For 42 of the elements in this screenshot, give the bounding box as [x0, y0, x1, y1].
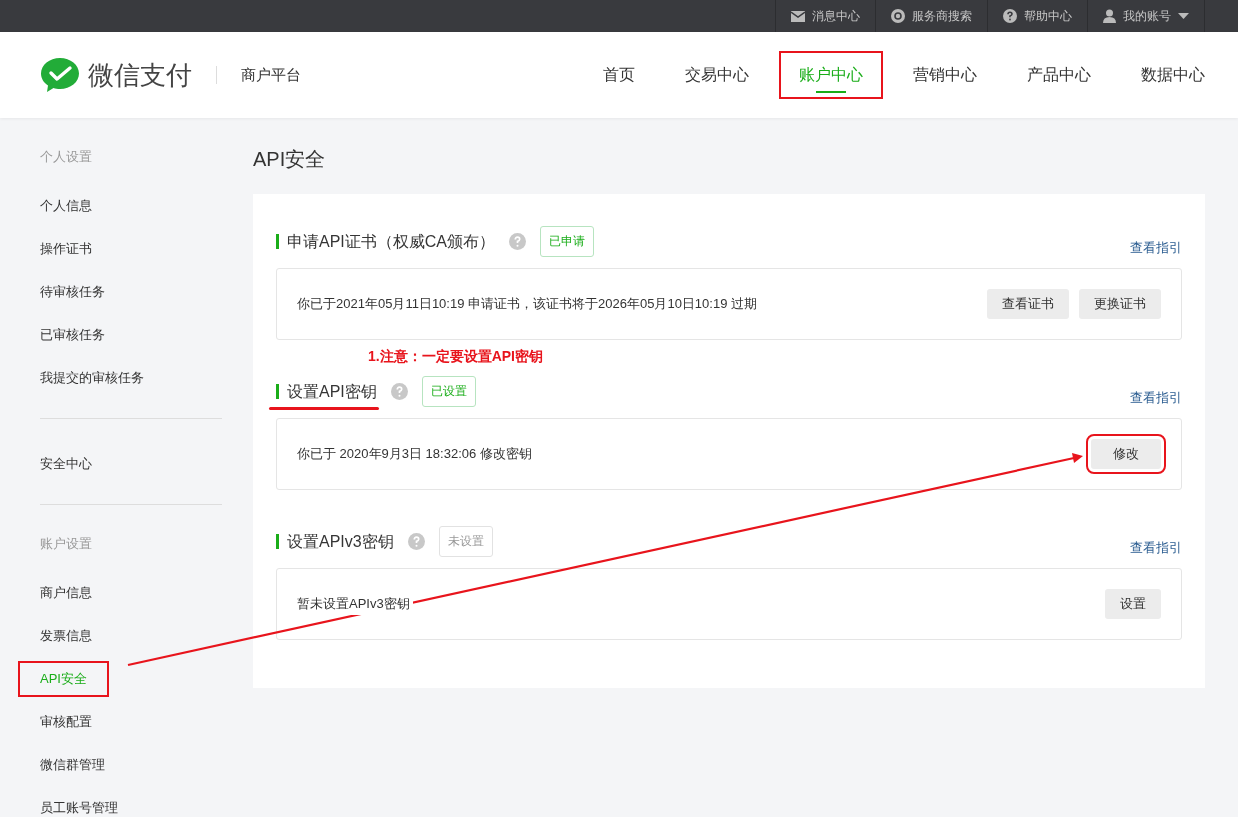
- sidebar-item[interactable]: 员工账号管理: [40, 798, 118, 817]
- action-button[interactable]: 查看证书: [987, 289, 1069, 319]
- sidebar-item[interactable]: 操作证书: [40, 239, 92, 258]
- status-badge: 已申请: [540, 226, 594, 257]
- guide-link[interactable]: 查看指引: [1130, 389, 1182, 407]
- page-title: API安全: [253, 147, 327, 172]
- sidebar-group-title: 个人设置: [40, 148, 93, 166]
- action-button[interactable]: 更换证书: [1079, 289, 1161, 319]
- nav-tab[interactable]: 数据中心: [1116, 53, 1205, 97]
- nav-tab[interactable]: 交易中心: [660, 53, 774, 97]
- sidebar-item[interactable]: 安全中心: [40, 454, 92, 473]
- action-button[interactable]: 设置: [1105, 589, 1161, 619]
- search-icon: [891, 9, 905, 23]
- sidebar-item[interactable]: 发票信息: [40, 626, 92, 645]
- status-badge: 未设置: [438, 526, 493, 557]
- guide-link[interactable]: 查看指引: [1130, 239, 1182, 257]
- sidebar-item[interactable]: 微信群管理: [40, 755, 105, 774]
- guide-link[interactable]: 查看指引: [1130, 539, 1182, 557]
- sidebar-item[interactable]: 我提交的审核任务: [40, 368, 144, 387]
- help-icon[interactable]: [390, 383, 408, 400]
- help-icon: [1003, 9, 1017, 23]
- section-title: 设置API密钥: [276, 384, 377, 399]
- brand-name: 微信支付: [88, 58, 192, 92]
- platform-name: 商户平台: [241, 65, 301, 85]
- section-title: 申请API证书（权威CA颁布）: [276, 234, 495, 249]
- help-icon[interactable]: [509, 233, 526, 250]
- sidebar-item[interactable]: 审核配置: [40, 712, 92, 731]
- mail-icon: [791, 10, 805, 22]
- nav-tab[interactable]: 首页: [578, 53, 660, 97]
- sidebar-item[interactable]: 待审核任务: [40, 282, 105, 301]
- user-icon: [1103, 9, 1116, 23]
- help-icon[interactable]: [407, 533, 425, 550]
- sidebar-item[interactable]: 已审核任务: [40, 325, 105, 344]
- logo-icon: [40, 57, 80, 93]
- section-title: 设置APIv3密钥: [276, 534, 394, 549]
- nav-tab[interactable]: 产品中心: [1002, 53, 1116, 97]
- status-badge: 已设置: [421, 376, 476, 407]
- sidebar-group-title: 账户设置: [40, 535, 93, 553]
- annotation-text: 1.注意：一定要设置API密钥: [368, 348, 543, 366]
- nav-tab[interactable]: 营销中心: [888, 53, 1002, 97]
- sidebar-item[interactable]: 商户信息: [40, 583, 92, 602]
- sidebar-item[interactable]: 个人信息: [40, 196, 92, 215]
